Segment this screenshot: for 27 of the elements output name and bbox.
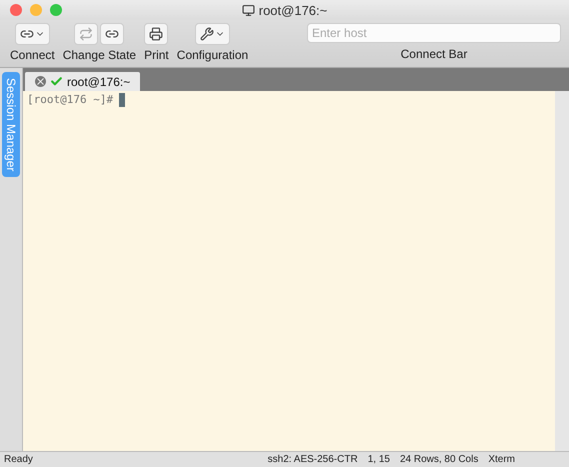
status-text: Ready [4, 454, 33, 465]
host-input-field[interactable]: Enter host [307, 23, 561, 43]
print-button[interactable] [144, 23, 168, 45]
wrench-icon [200, 27, 214, 41]
connect-bar-label: Connect Bar [400, 47, 468, 61]
toolbar-label: Configuration [176, 48, 248, 62]
terminal-area[interactable]: [root@176 ~]# [23, 91, 555, 451]
session-tab[interactable]: root@176:~ [25, 72, 140, 91]
repeat-icon [79, 27, 94, 41]
session-manager-tab[interactable]: Session Manager [2, 72, 20, 178]
monitor-icon [242, 4, 255, 16]
link-button[interactable] [100, 23, 124, 45]
configuration-dropdown-button[interactable] [194, 23, 230, 45]
window-title: root@176:~ [258, 2, 328, 18]
close-icon[interactable] [35, 76, 46, 87]
text-cursor [119, 93, 126, 107]
close-icon[interactable] [10, 4, 22, 16]
toolbar-label: Change State [62, 48, 136, 62]
status-item: Xterm [488, 454, 515, 465]
printer-icon [149, 27, 164, 41]
toolbar-label: Connect [10, 48, 55, 62]
connect-dropdown-button[interactable] [14, 23, 50, 45]
status-item: 24 Rows, 80 Cols [400, 454, 478, 465]
status-item: ssh2: AES-256-CTR [268, 454, 358, 465]
terminal-prompt: [root@176 ~]# [27, 93, 114, 106]
toolbar-label: Print [144, 48, 169, 62]
status-item: 1, 15 [368, 454, 390, 465]
